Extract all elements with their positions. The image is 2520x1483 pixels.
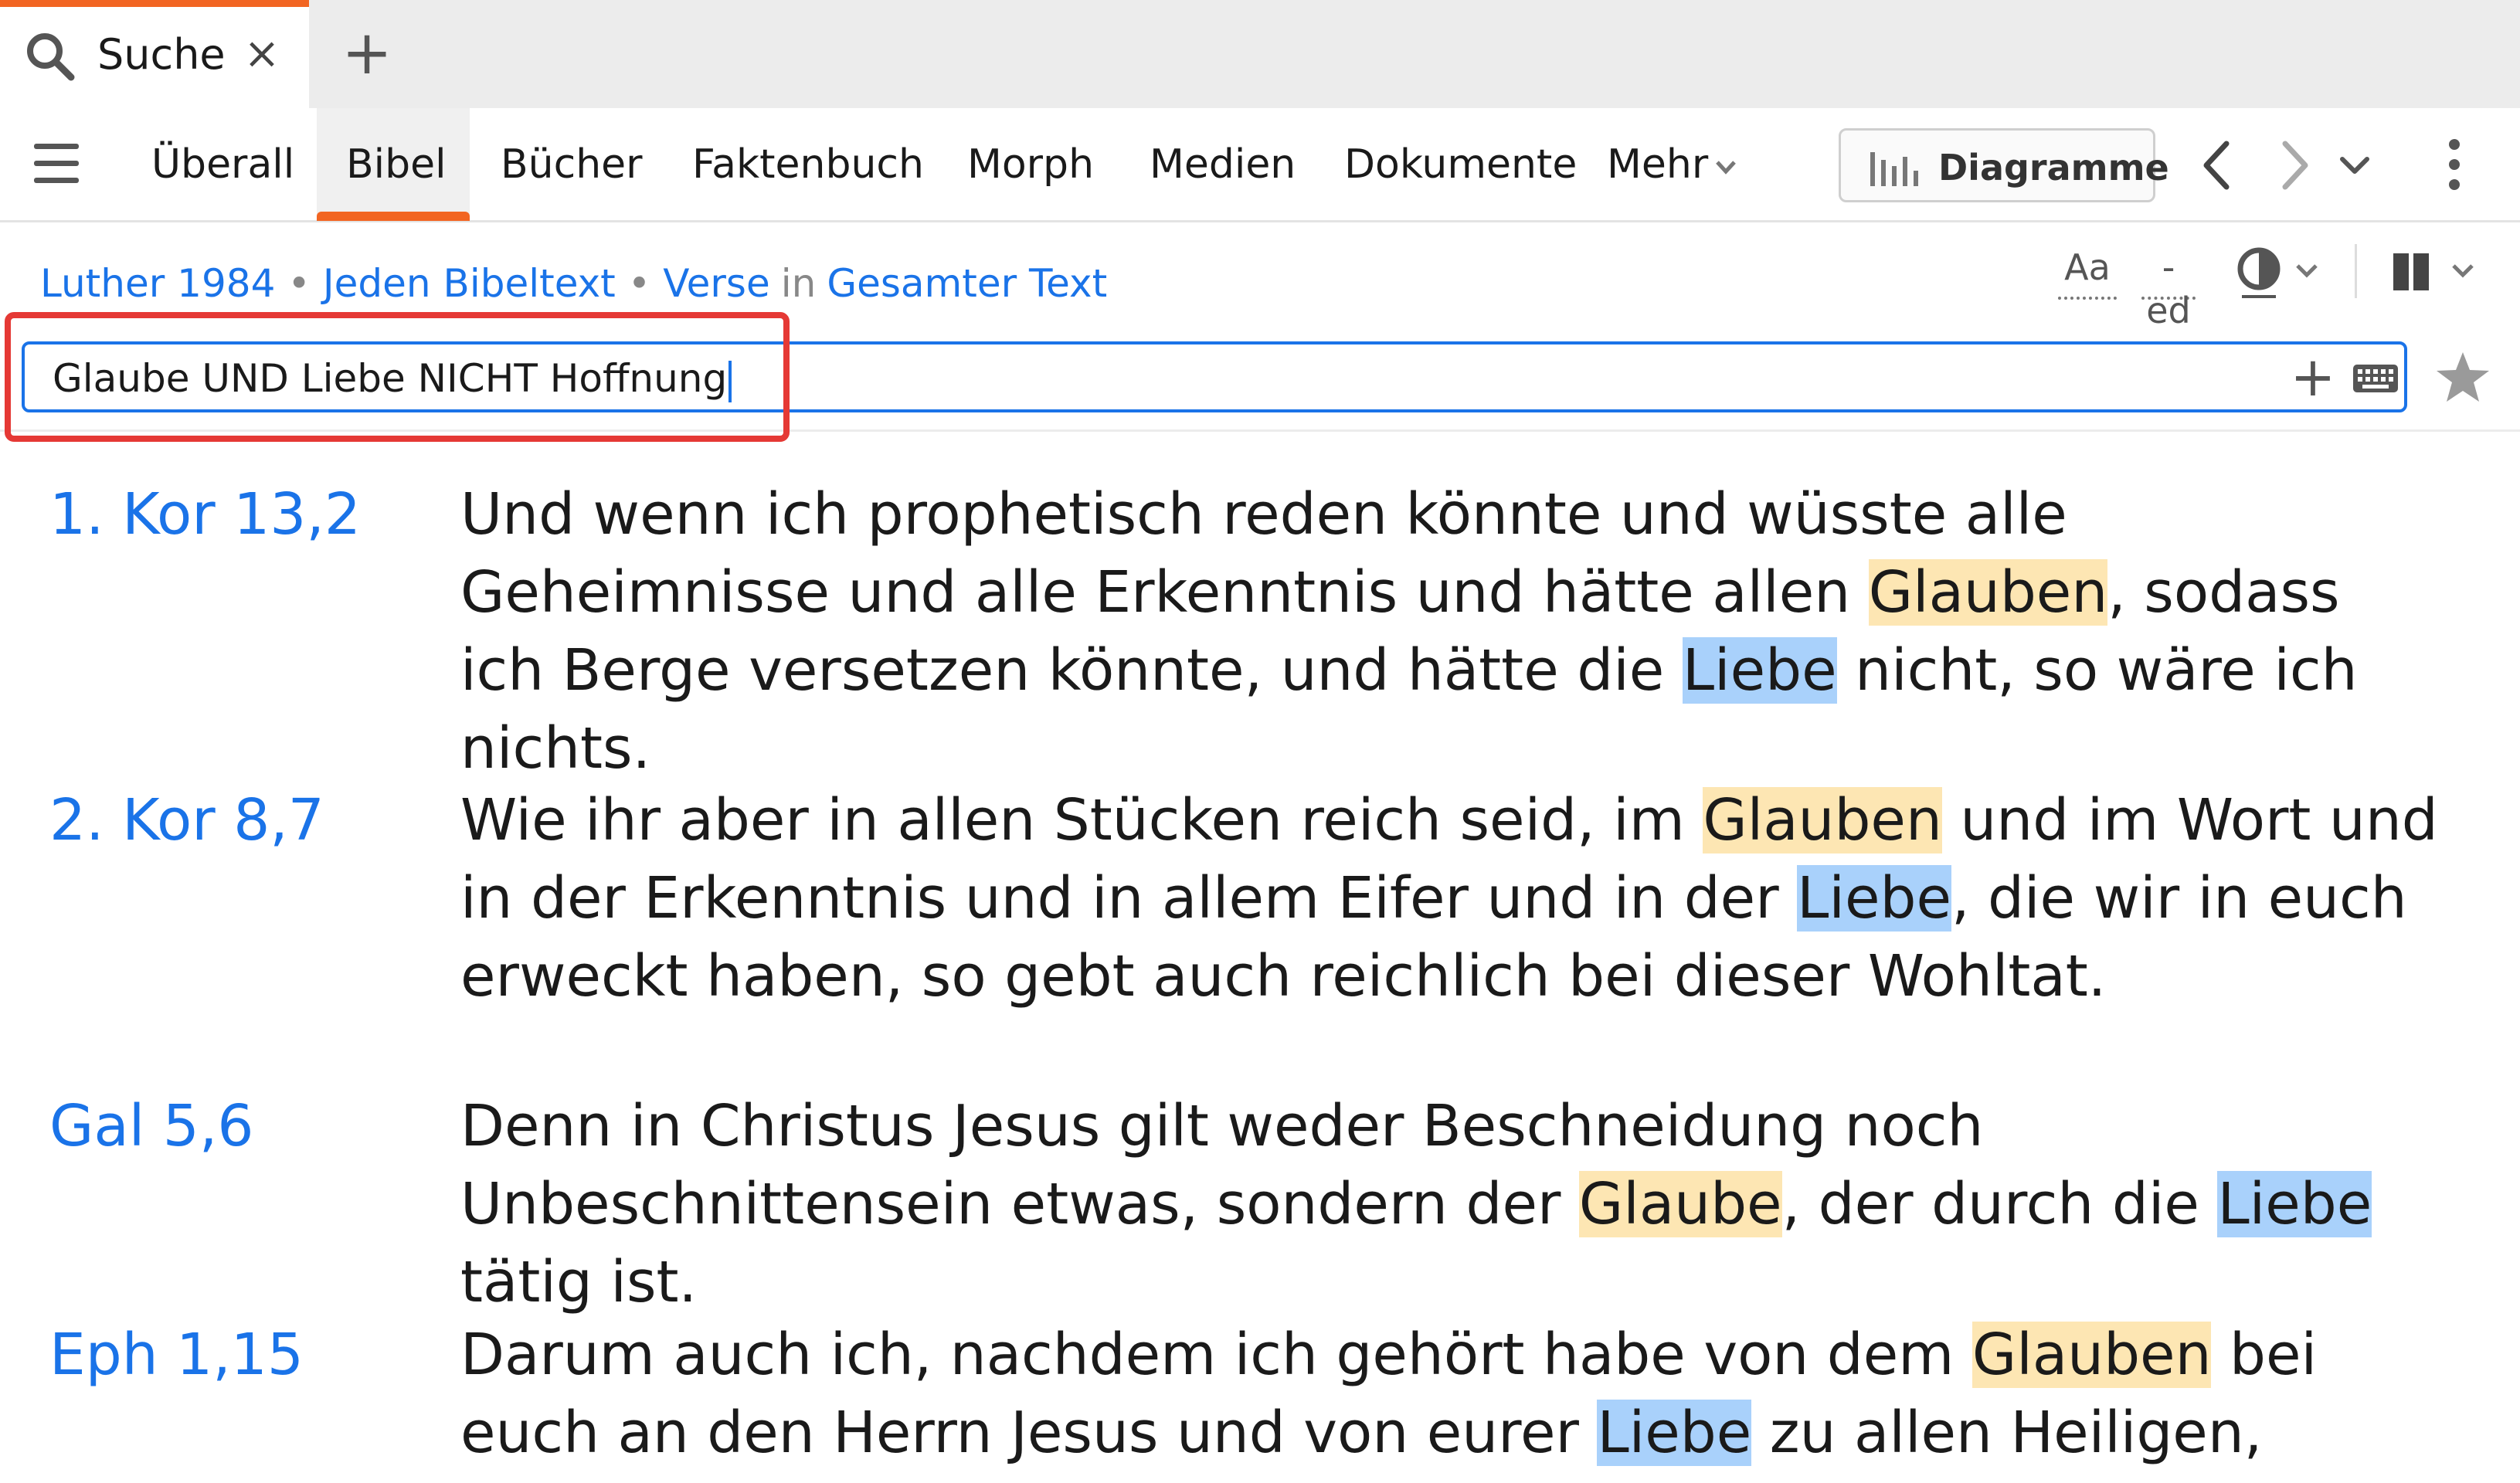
verse-segment: tätig ist. [460, 1249, 698, 1315]
add-tab-button[interactable]: + [340, 23, 394, 83]
toolbar: Überall Bibel Bücher Faktenbuch Morph Me… [0, 108, 2520, 222]
verse-text: Darum auch ich, nachdem ich gehört habe … [460, 1316, 2438, 1472]
font-size-button[interactable]: Aa [2058, 246, 2117, 300]
tool-divider [2355, 244, 2357, 298]
chevron-left-icon[interactable] [2194, 136, 2240, 195]
keyboard-icon[interactable] [2352, 361, 2399, 395]
app-window: Suche × + Überall Bibel Bücher Faktenbuc… [0, 0, 2520, 1483]
tab-active-indicator [0, 0, 309, 7]
kebab-icon[interactable] [2437, 139, 2472, 193]
breadcrumb-unit[interactable]: Verse [663, 261, 769, 306]
half-circle-icon[interactable] [2231, 243, 2324, 301]
verse-reference[interactable]: Eph 1,15 [49, 1316, 304, 1393]
breadcrumb: Luther 1984 • Jeden Bibeltext • Verse in Gesam… [40, 256, 1107, 311]
tab-label: Suche [97, 30, 226, 79]
verse-text: Und wenn ich prophetisch reden könnte un… [460, 476, 2438, 788]
nav-item-medien[interactable]: Medien [1150, 137, 1296, 192]
hit-glaube: Glauben [1703, 787, 1942, 853]
breadcrumb-range[interactable]: Gesamter Text [827, 261, 1107, 306]
diagram-button[interactable]: Diagramme [1839, 128, 2169, 202]
hit-liebe: Liebe [1682, 637, 1837, 704]
hit-liebe: Liebe [1797, 865, 1951, 932]
verse-segment: Und wenn ich prophetisch reden könnte un… [460, 481, 2067, 626]
hit-glaube: Glauben [1868, 559, 2108, 626]
chevron-right-icon[interactable] [2271, 136, 2318, 195]
hit-glaube: Glauben [1972, 1322, 2212, 1388]
verse-text: Denn in Christus Jesus gilt weder Beschn… [460, 1088, 2438, 1322]
verse-reference[interactable]: Gal 5,6 [49, 1088, 253, 1165]
verse-segment: zu allen Heiligen, [1751, 1400, 2263, 1466]
verse-segment: Darum auch ich, nachdem ich gehört habe … [460, 1322, 1972, 1388]
verse-segment: , der durch die [1781, 1171, 2218, 1237]
verse-reference[interactable]: 2. Kor 8,7 [49, 782, 324, 859]
nav-item-mehr[interactable]: Mehr [1607, 137, 1739, 192]
bar-chart-icon [1870, 152, 1918, 186]
hit-liebe: Liebe [1597, 1400, 1752, 1466]
star-icon[interactable] [2435, 349, 2491, 405]
hit-glaube: Glaube [1578, 1171, 1782, 1237]
nav-item-faktenbuch[interactable]: Faktenbuch [692, 137, 924, 192]
nav-item-morph[interactable]: Morph [967, 137, 1094, 192]
search-icon [27, 33, 75, 81]
nav-item-buecher[interactable]: Bücher [501, 137, 643, 192]
breadcrumb-scope[interactable]: Jeden Bibeltext [323, 261, 616, 306]
nav-active-underline [317, 212, 470, 221]
hamburger-icon[interactable] [34, 144, 82, 187]
nav-item-mehr-label: Mehr [1607, 141, 1709, 188]
breadcrumb-separator: • [627, 261, 651, 306]
tab-strip: Suche × + [0, 0, 2520, 108]
breadcrumb-separator: • [287, 261, 311, 306]
inline-ed-button[interactable]: -ed [2141, 246, 2196, 331]
add-term-button[interactable]: + [2290, 350, 2336, 404]
chevron-down-icon [1716, 161, 1737, 175]
close-icon[interactable]: × [243, 31, 281, 77]
diagram-button-label: Diagramme [1938, 147, 2169, 188]
verse-segment: Wie ihr aber in allen Stücken reich seid… [460, 787, 1703, 853]
columns-icon[interactable] [2387, 243, 2488, 301]
breadcrumb-version[interactable]: Luther 1984 [40, 261, 275, 306]
tab-search[interactable]: Suche × [0, 0, 309, 108]
annotation-highlight-frame [5, 312, 790, 442]
nav-item-ueberall[interactable]: Überall [151, 137, 294, 192]
chevron-down-icon[interactable] [2333, 136, 2376, 195]
verse-reference[interactable]: 1. Kor 13,2 [49, 476, 361, 553]
nav-item-dokumente[interactable]: Dokumente [1344, 137, 1577, 192]
verse-text: Wie ihr aber in allen Stücken reich seid… [460, 782, 2438, 1016]
breadcrumb-in: in [780, 261, 817, 306]
nav-item-bibel[interactable]: Bibel [346, 137, 447, 192]
hit-liebe: Liebe [2217, 1171, 2372, 1237]
